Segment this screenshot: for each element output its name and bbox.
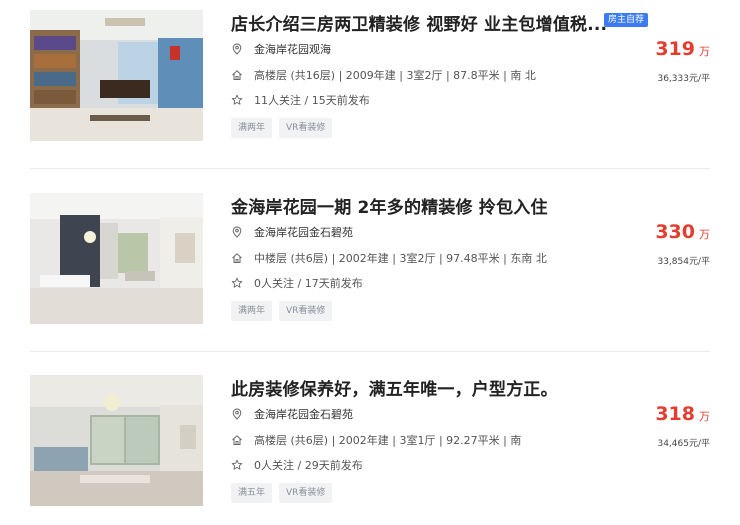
listing-tags: 满五年 VR看装修 [231, 483, 333, 503]
owner-recommend-badge: 房主自荐 [604, 13, 649, 27]
listing-unit-price: 34,465元/平 [657, 439, 710, 449]
listing-follow-info: 0人关注 / 29天前发布 [254, 459, 363, 472]
listing-title[interactable]: 金海岸花园一期 2年多的精装修 拎包入住 [231, 193, 548, 218]
listing-community-link[interactable]: 金海岸花园金石碧苑 [254, 406, 353, 422]
listing-unit-price: 33,854元/平 [657, 257, 710, 267]
listing-divider [30, 168, 710, 169]
listing-total-price: 318 万 [655, 403, 710, 425]
total-price-value: 319 [655, 38, 695, 60]
listing-tag: VR看装修 [279, 118, 333, 138]
listing-house-info: 中楼层 (共6层) | 2002年建 | 3室2厅 | 97.48平米 | 东南… [254, 252, 547, 265]
listing-community-row: 金海岸花园金石碧苑 [231, 225, 353, 239]
listing-title[interactable]: 此房装修保养好，满五年唯一，户型方正。 [231, 375, 558, 400]
listing-house-info: 高楼层 (共16层) | 2009年建 | 3室2厅 | 87.8平米 | 南 … [254, 69, 536, 82]
listing-title[interactable]: 店长介绍三房两卫精装修 视野好 业主包增值税... [231, 10, 607, 35]
location-pin-icon [231, 226, 243, 238]
listing-house-info: 高楼层 (共6层) | 2002年建 | 3室1厅 | 92.27平米 | 南 [254, 434, 522, 447]
star-icon [231, 277, 243, 289]
listing-tag: 满两年 [231, 301, 273, 321]
listing-unit-price: 36,333元/平 [657, 74, 710, 84]
listing-list: 店长介绍三房两卫精装修 视野好 业主包增值税... 房主自荐 金海岸花园观海 高… [0, 0, 740, 523]
listing-house-info-row: 高楼层 (共16层) | 2009年建 | 3室2厅 | 87.8平米 | 南 … [231, 68, 536, 82]
location-pin-icon [231, 43, 243, 55]
listing-total-price: 319 万 [655, 38, 710, 60]
listing-community-row: 金海岸花园观海 [231, 42, 331, 56]
listing-community-link[interactable]: 金海岸花园观海 [254, 41, 331, 57]
listing-total-price: 330 万 [655, 221, 710, 243]
listing-follow-row: 0人关注 / 17天前发布 [231, 276, 363, 290]
listing-divider [30, 351, 710, 352]
star-icon [231, 459, 243, 471]
listing-house-info-row: 高楼层 (共6层) | 2002年建 | 3室1厅 | 92.27平米 | 南 [231, 433, 521, 447]
house-icon [231, 434, 243, 446]
house-icon [231, 252, 243, 264]
listing-card[interactable]: 金海岸花园一期 2年多的精装修 拎包入住 金海岸花园金石碧苑 中楼层 (共6层)… [30, 193, 710, 343]
listing-community-row: 金海岸花园金石碧苑 [231, 407, 353, 421]
listing-card[interactable]: 店长介绍三房两卫精装修 视野好 业主包增值税... 房主自荐 金海岸花园观海 高… [30, 10, 710, 160]
total-price-unit: 万 [699, 45, 710, 58]
listing-follow-info: 0人关注 / 17天前发布 [254, 277, 363, 290]
listing-community-link[interactable]: 金海岸花园金石碧苑 [254, 224, 353, 240]
total-price-value: 330 [655, 221, 695, 243]
house-icon [231, 69, 243, 81]
listing-house-info-row: 中楼层 (共6层) | 2002年建 | 3室2厅 | 97.48平米 | 东南… [231, 251, 547, 265]
total-price-value: 318 [655, 403, 695, 425]
listing-follow-row: 0人关注 / 29天前发布 [231, 458, 363, 472]
listing-tag: VR看装修 [279, 301, 333, 321]
listing-photo[interactable] [30, 193, 203, 324]
listing-photo[interactable] [30, 10, 203, 141]
star-icon [231, 94, 243, 106]
listing-photo[interactable] [30, 375, 203, 506]
listing-follow-info: 11人关注 / 15天前发布 [254, 94, 370, 107]
total-price-unit: 万 [699, 410, 710, 423]
listing-card[interactable]: 此房装修保养好，满五年唯一，户型方正。 金海岸花园金石碧苑 高楼层 (共6层) … [30, 375, 710, 525]
listing-tag: VR看装修 [279, 483, 333, 503]
location-pin-icon [231, 408, 243, 420]
listing-follow-row: 11人关注 / 15天前发布 [231, 93, 370, 107]
listing-tags: 满两年 VR看装修 [231, 301, 333, 321]
listing-tag: 满两年 [231, 118, 273, 138]
listing-tag: 满五年 [231, 483, 273, 503]
total-price-unit: 万 [699, 228, 710, 241]
listing-tags: 满两年 VR看装修 [231, 118, 333, 138]
